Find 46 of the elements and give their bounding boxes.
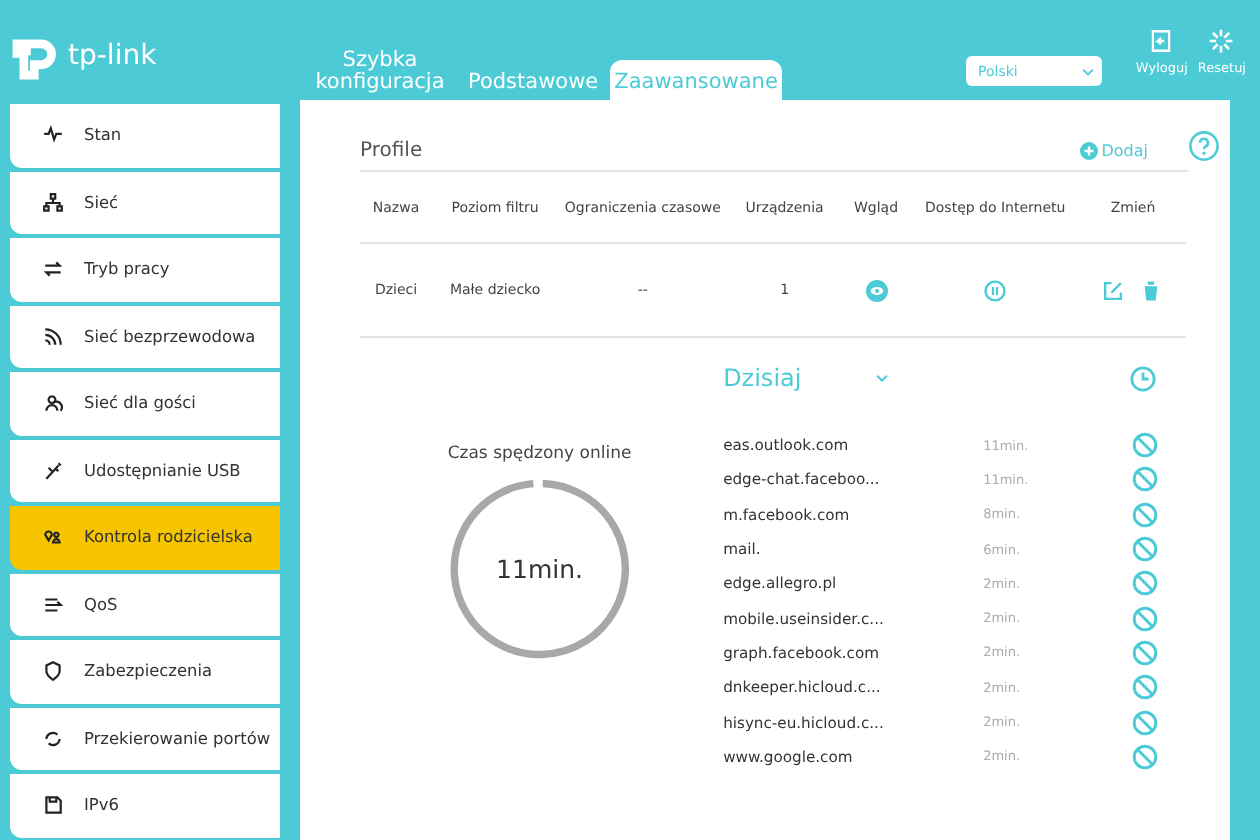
- section-title: Profile: [360, 140, 423, 162]
- family-icon: [42, 526, 64, 549]
- block-icon[interactable]: [1131, 536, 1158, 563]
- block-icon[interactable]: [1131, 501, 1158, 528]
- logout-icon: [1148, 28, 1175, 54]
- chevron-down-icon: [1082, 67, 1094, 75]
- sidebar-item[interactable]: Kontrola rodzicielska: [10, 506, 280, 569]
- logo-text: tp-link: [68, 40, 157, 72]
- sidebar-item[interactable]: Udostępnianie USB: [10, 439, 280, 502]
- lines-arrow-icon: [42, 593, 64, 616]
- block-icon[interactable]: [1131, 674, 1158, 701]
- wifi-icon: [42, 325, 64, 348]
- edit-icon[interactable]: [1102, 279, 1125, 301]
- sidebar-item[interactable]: Sieć bezprzewodowa: [10, 305, 280, 368]
- online-time-label: Czas spędzony online: [447, 444, 632, 464]
- sidebar-item[interactable]: IPv6: [10, 774, 280, 837]
- block-icon[interactable]: [1131, 432, 1158, 459]
- sidebar-item[interactable]: Stan: [10, 104, 280, 167]
- people-icon: [42, 392, 64, 415]
- block-icon[interactable]: [1131, 605, 1158, 632]
- chevron-down-icon: [873, 373, 890, 383]
- plus-circle-icon: [1079, 142, 1098, 160]
- sidebar-item[interactable]: QoS: [10, 573, 280, 636]
- block-icon[interactable]: [1131, 570, 1158, 597]
- sidebar-item[interactable]: Tryb pracy: [10, 238, 280, 301]
- pulse-icon: [42, 124, 64, 147]
- sidebar-item[interactable]: Sieć dla gości: [10, 372, 280, 435]
- sidebar-item[interactable]: Przekierowanie portów: [10, 707, 280, 770]
- cycle-arrows-icon: [42, 727, 64, 750]
- floppy-icon: [42, 794, 64, 817]
- sidebar-item[interactable]: Zabezpieczenia: [10, 640, 280, 703]
- block-icon[interactable]: [1131, 743, 1158, 770]
- network-icon: [42, 191, 64, 214]
- swap-arrows-icon: [42, 258, 64, 281]
- trash-icon[interactable]: [1140, 279, 1163, 301]
- time-ring-drawing: 11min.: [446, 476, 633, 662]
- sidebar-item[interactable]: Sieć: [10, 171, 280, 234]
- shield-icon: [42, 660, 64, 683]
- spinner-icon: [1208, 28, 1235, 54]
- block-icon[interactable]: [1131, 639, 1158, 666]
- help-icon[interactable]: [1188, 130, 1220, 162]
- block-icon[interactable]: [1131, 709, 1158, 736]
- eye-icon[interactable]: [865, 279, 888, 301]
- pause-icon[interactable]: [984, 279, 1007, 301]
- block-icon[interactable]: [1131, 466, 1158, 493]
- clock-icon[interactable]: [1130, 365, 1156, 391]
